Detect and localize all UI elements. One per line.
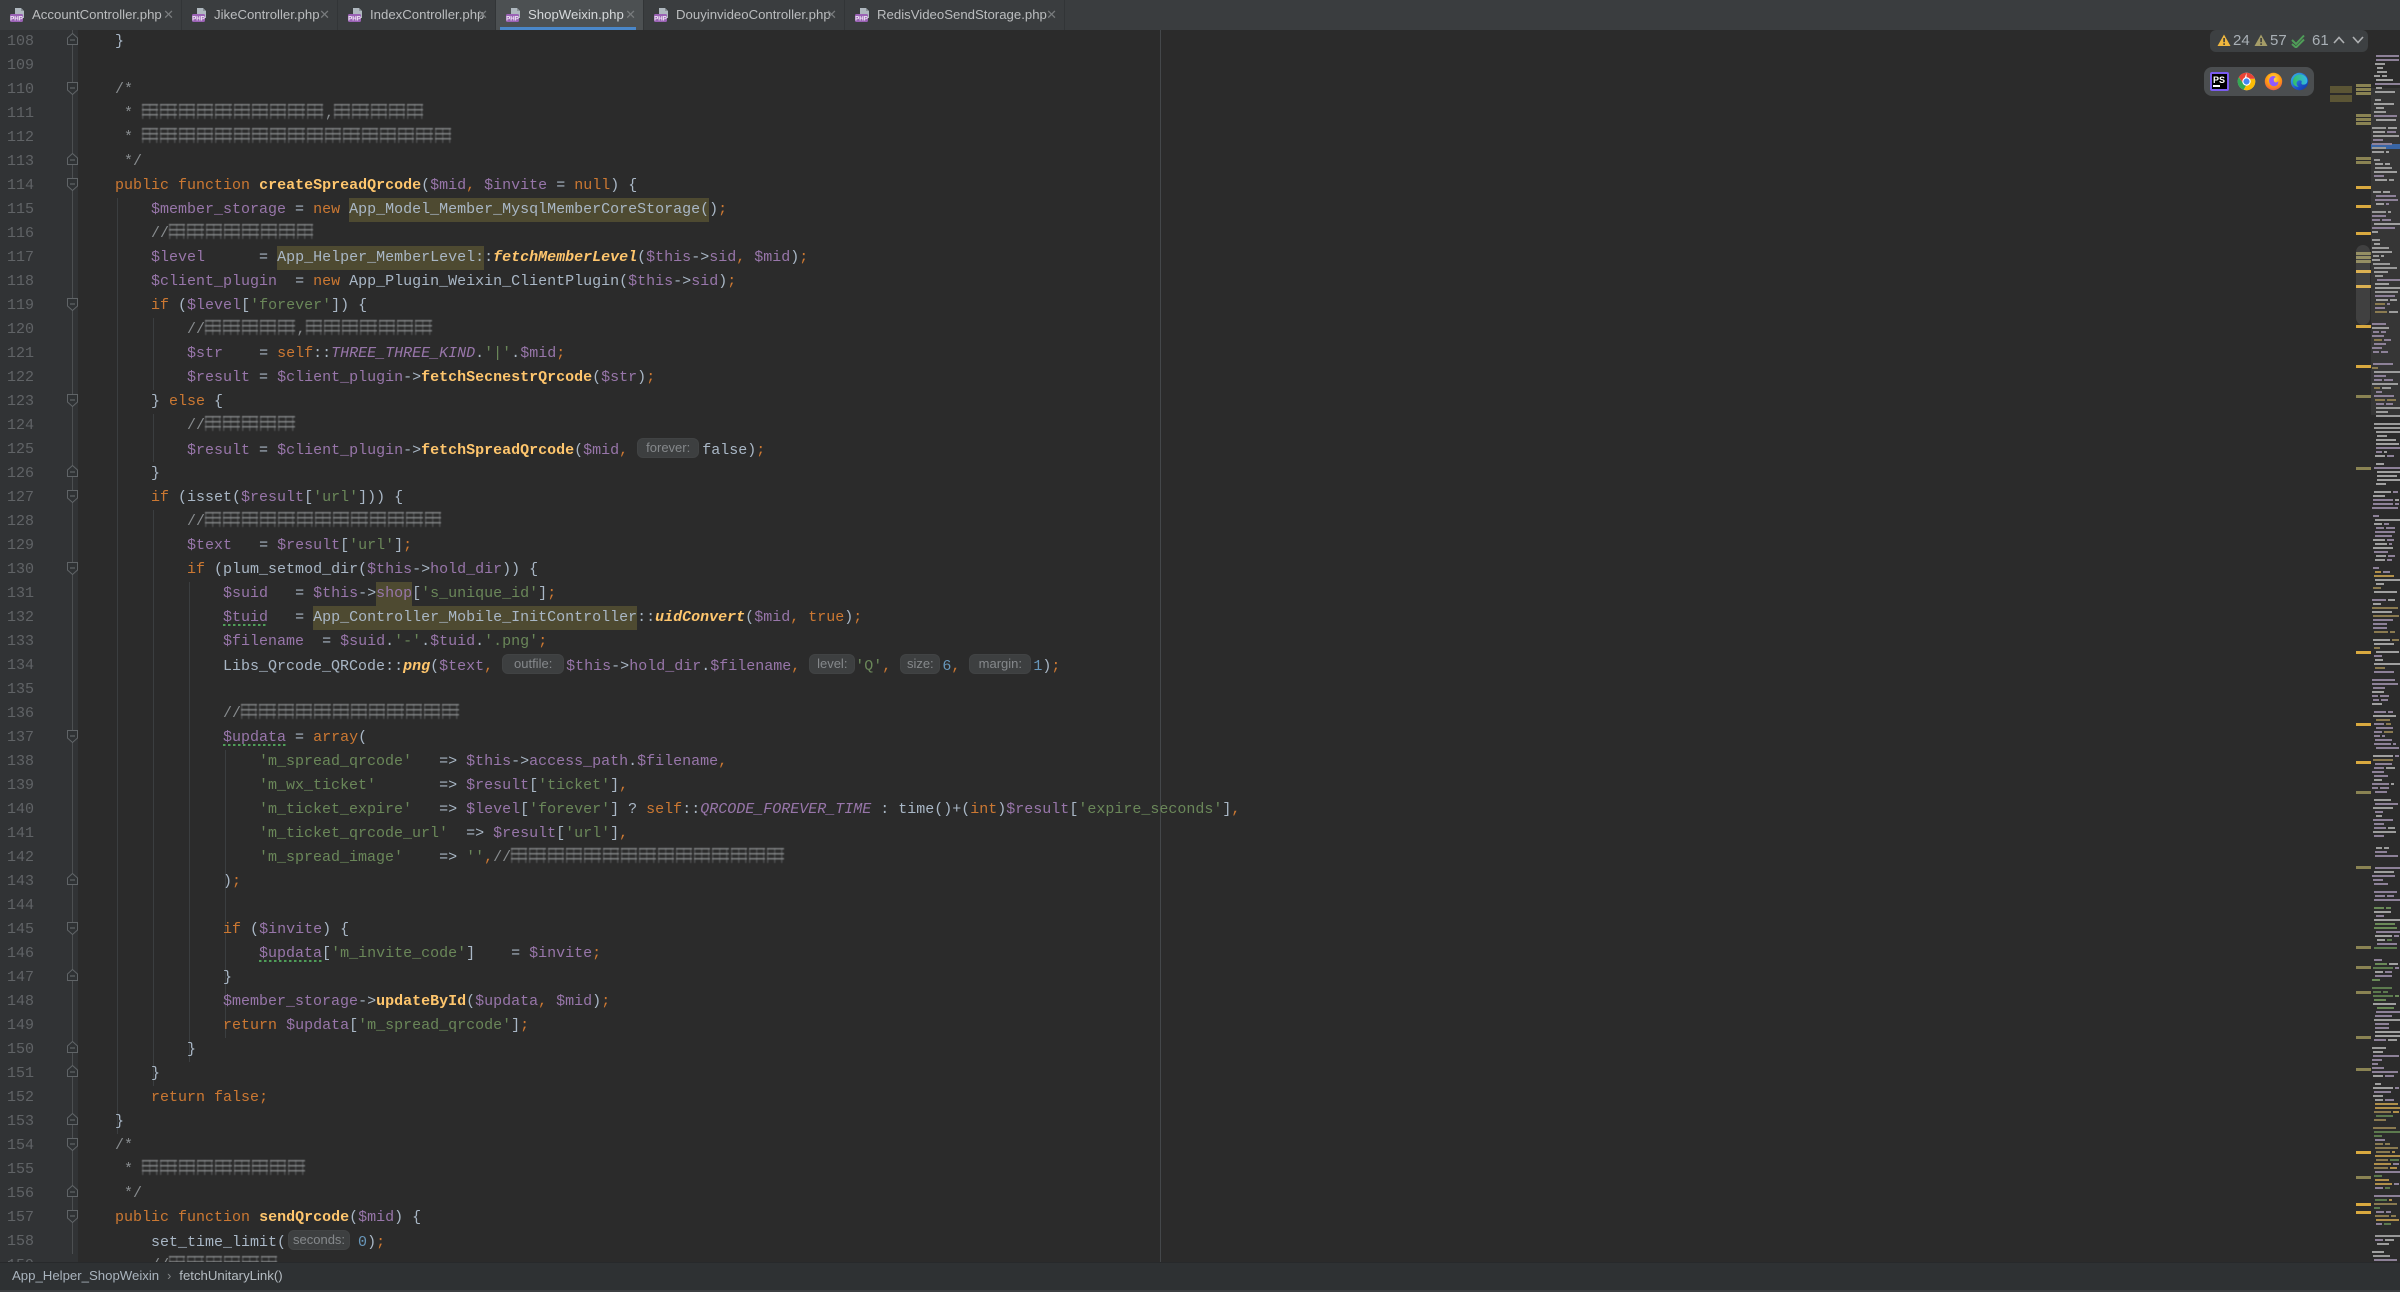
svg-text:PHP: PHP — [192, 15, 205, 22]
svg-text:PHP: PHP — [654, 15, 667, 22]
svg-text:PHP: PHP — [506, 15, 519, 22]
svg-text:PHP: PHP — [348, 15, 361, 22]
svg-text:PHP: PHP — [10, 15, 23, 22]
svg-text:PHP: PHP — [855, 15, 868, 22]
